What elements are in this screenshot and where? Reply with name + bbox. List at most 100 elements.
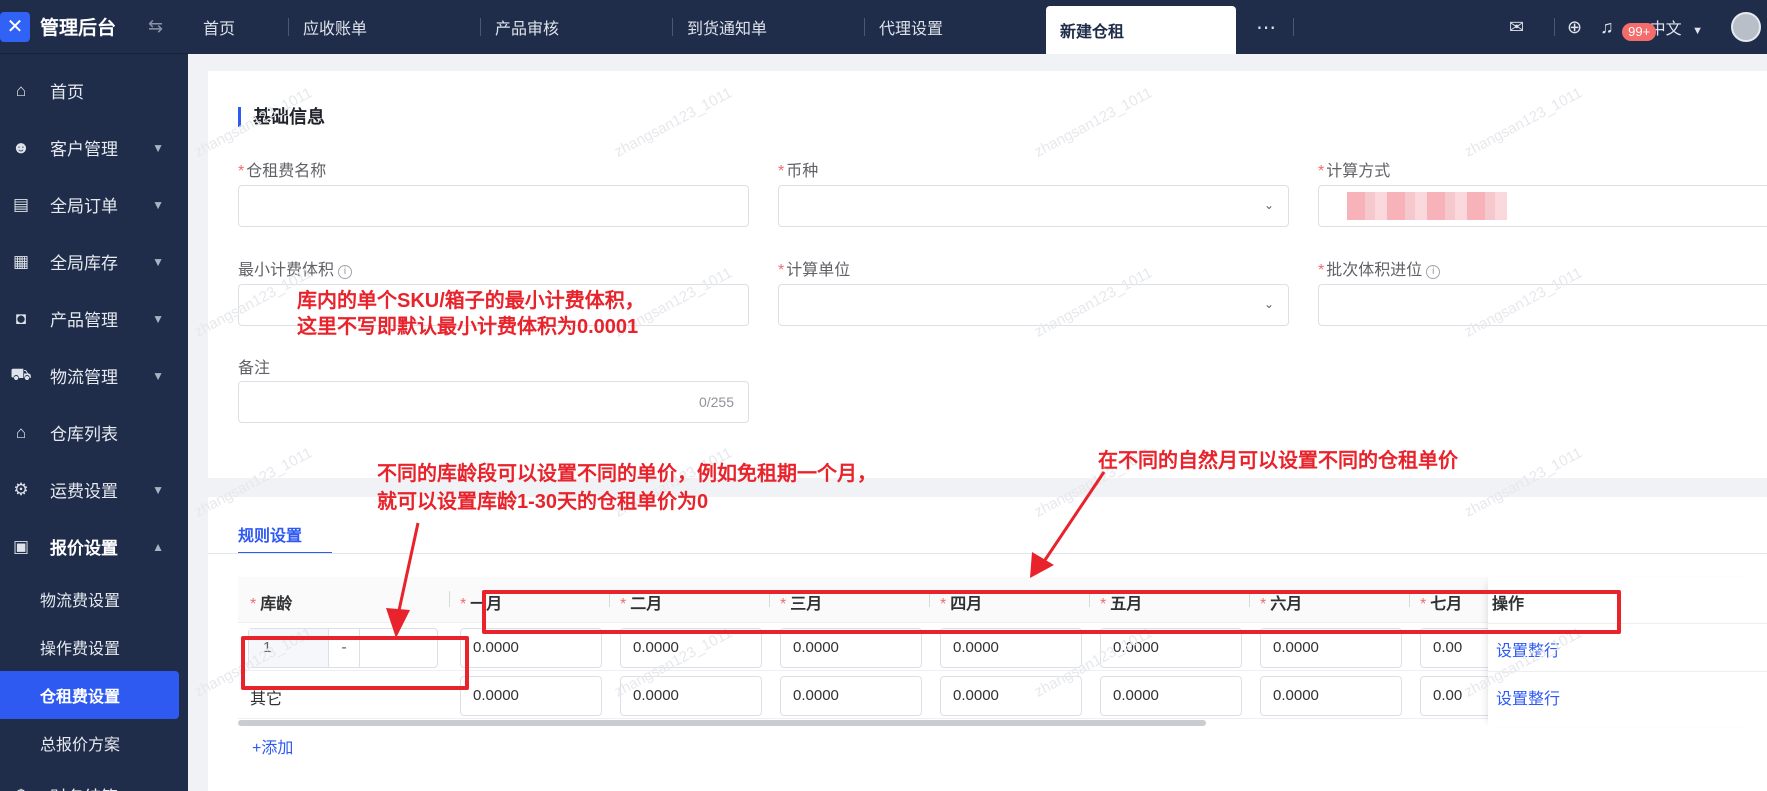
- sidebar-item-label: 产品管理: [50, 311, 118, 330]
- horizontal-scrollbar[interactable]: [238, 720, 1767, 728]
- submenu-logistics-fee[interactable]: 物流费设置: [0, 575, 188, 623]
- price-input-month-4[interactable]: 0.0000: [940, 628, 1082, 668]
- chevron-down-icon: ⌄: [1263, 198, 1274, 212]
- annotation-min-volume-line-1: 库内的单个SKU/箱子的最小计费体积，: [297, 290, 645, 312]
- sidebar-item-label: 仓库列表: [50, 425, 118, 444]
- sidebar-item-label: 运费设置: [50, 482, 118, 501]
- box-gear-icon: ⚙: [13, 479, 29, 499]
- bell-icon: ♫: [1600, 16, 1614, 37]
- annotation-age-line-2: 就可以设置库龄1-30天的仓租单价为0: [377, 491, 709, 513]
- divider: [1554, 18, 1556, 36]
- warehouse-icon: ▦: [12, 251, 30, 271]
- divider: [208, 553, 1767, 554]
- col-divider: [449, 591, 450, 607]
- submenu-storage-fee[interactable]: 仓租费设置: [0, 671, 179, 719]
- download-icon[interactable]: ⊕: [1567, 17, 1582, 38]
- chevron-down-icon: ▼: [152, 140, 164, 155]
- sidebar-item-label: 首页: [50, 83, 84, 102]
- annotation-box-age: [241, 636, 469, 690]
- sidebar-item-freight[interactable]: ⚙ 运费设置 ▼: [0, 461, 188, 518]
- info-icon[interactable]: i: [1426, 265, 1441, 279]
- sidebar-item-orders[interactable]: ▤ 全局订单 ▼: [0, 176, 188, 233]
- price-input-month-1[interactable]: 0.0000: [460, 676, 602, 716]
- price-input-month-3[interactable]: 0.0000: [780, 676, 922, 716]
- submenu-total-quote[interactable]: 总报价方案: [0, 719, 188, 767]
- annotation-min-volume-line-2: 这里不写即默认最小计费体积为0.0001: [297, 316, 639, 338]
- currency-label: * 币种: [778, 163, 819, 180]
- sidebar-item-products[interactable]: ◘ 产品管理 ▼: [0, 290, 188, 347]
- annotation-month: 在不同的自然月可以设置不同的仓租单价: [1098, 450, 1458, 472]
- tab-home[interactable]: 首页: [188, 0, 288, 54]
- annotation-age-line-1: 不同的库龄段可以设置不同的单价，例如免租期一个月，: [377, 463, 877, 485]
- inbox-icon[interactable]: ✉: [1509, 17, 1524, 38]
- basic-info-card: 基础信息 * 仓租费名称 * 币种 ⌄ * 计算方式 最小计费体积 i * 计算单位 ⌄ …: [208, 71, 1767, 478]
- tab-new-storage[interactable]: 新建仓租: [1046, 6, 1236, 54]
- price-input-month-5[interactable]: 0.0000: [1100, 676, 1242, 716]
- finance-icon: $: [10, 785, 32, 791]
- truck-icon: ⛟: [10, 364, 32, 384]
- sidebar-menu: ⌂ 首页 ☻ 客户管理 ▼ ▤ 全局订单 ▼ ▦ 全局库存 ▼ ◘ 产品管理 ▼…: [0, 54, 188, 791]
- currency-select[interactable]: ⌄: [778, 185, 1289, 227]
- chevron-down-icon: ▼: [152, 197, 164, 212]
- language-selector[interactable]: 中文 ▼: [1650, 15, 1703, 39]
- method-label: * 计算方式: [1318, 163, 1391, 180]
- chevron-down-icon: ⌄: [1263, 297, 1274, 311]
- tab-bar: 首页 应收账单 产品审核 到货通知单 代理设置 新建仓租 ⋯: [188, 0, 1294, 54]
- storage-fee-name-input[interactable]: [238, 185, 749, 227]
- annotation-box-months: [482, 590, 1621, 634]
- batch-round-label: * 批次体积进位 i: [1318, 256, 1441, 280]
- notifications[interactable]: ♫ 99+: [1600, 16, 1657, 41]
- tab-product-review[interactable]: 产品审核: [481, 0, 672, 54]
- sidebar-item-finance[interactable]: $ 财务结算 ▼: [0, 767, 188, 791]
- set-whole-row-button[interactable]: 设置整行: [1496, 685, 1560, 709]
- logo-icon: ✕: [0, 11, 30, 42]
- avatar[interactable]: [1731, 12, 1761, 42]
- sidebar-item-label: 物流管理: [50, 368, 118, 387]
- logo[interactable]: ✕ 管理后台 ⇆: [0, 0, 188, 54]
- remark-input[interactable]: 0/255: [238, 381, 749, 423]
- submenu-operation-fee[interactable]: 操作费设置: [0, 623, 188, 671]
- tab-rule-settings[interactable]: 规则设置: [238, 522, 302, 546]
- app-title: 管理后台: [40, 18, 117, 39]
- redacted-value: [1347, 192, 1507, 220]
- bag-icon: ◘: [15, 308, 27, 328]
- add-rule-button[interactable]: +添加: [252, 734, 293, 758]
- tab-receivables[interactable]: 应收账单: [289, 0, 480, 54]
- more-tabs-icon[interactable]: ⋯: [1256, 15, 1277, 40]
- char-counter: 0/255: [698, 394, 734, 410]
- price-input-month-1[interactable]: 0.0000: [460, 628, 602, 668]
- top-right-actions: ✉ ⊕ ♫ 99+ 中文 ▼: [1509, 0, 1767, 54]
- divider: [1488, 671, 1767, 672]
- sidebar-item-warehouses[interactable]: ⌂ 仓库列表: [0, 404, 188, 461]
- calculation-method-select[interactable]: [1318, 185, 1767, 227]
- sidebar-item-quotes[interactable]: ▣ 报价设置 ▲: [0, 518, 188, 575]
- tab-arrival-notice[interactable]: 到货通知单: [673, 0, 864, 54]
- sidebar-item-label: 全局库存: [50, 254, 118, 273]
- sidebar-item-home[interactable]: ⌂ 首页: [0, 62, 188, 119]
- users-icon: ☻: [12, 137, 30, 157]
- tab-agent-settings[interactable]: 代理设置: [865, 0, 1046, 54]
- sidebar-item-label: 全局订单: [50, 197, 118, 216]
- home-icon: ⌂: [15, 80, 27, 100]
- name-label: * 仓租费名称: [238, 163, 327, 180]
- sidebar-item-inventory[interactable]: ▦ 全局库存 ▼: [0, 233, 188, 290]
- scrollbar-thumb[interactable]: [238, 720, 1206, 726]
- calculation-unit-select[interactable]: ⌄: [778, 284, 1289, 326]
- sidebar-item-logistics[interactable]: ⛟ 物流管理 ▼: [0, 347, 188, 404]
- unit-label: * 计算单位: [778, 262, 851, 279]
- price-input-month-6[interactable]: 0.0000: [1260, 676, 1402, 716]
- caret-down-icon: ▼: [1692, 25, 1703, 37]
- price-input-month-6[interactable]: 0.0000: [1260, 628, 1402, 668]
- chevron-down-icon: ▼: [152, 311, 164, 326]
- remark-label: 备注: [238, 360, 271, 377]
- chevron-down-icon: ▼: [152, 254, 164, 269]
- sidebar-item-customers[interactable]: ☻ 客户管理 ▼: [0, 119, 188, 176]
- info-icon[interactable]: i: [338, 265, 353, 279]
- sidebar-item-label: 财务结算: [50, 783, 118, 791]
- sidebar-item-label: 报价设置: [50, 539, 118, 558]
- price-input-month-3[interactable]: 0.0000: [780, 628, 922, 668]
- collapse-sidebar-icon[interactable]: ⇆: [148, 16, 163, 37]
- document-icon: ▣: [12, 536, 30, 556]
- clipboard-icon: ▤: [12, 194, 30, 214]
- house-icon: ⌂: [15, 422, 27, 442]
